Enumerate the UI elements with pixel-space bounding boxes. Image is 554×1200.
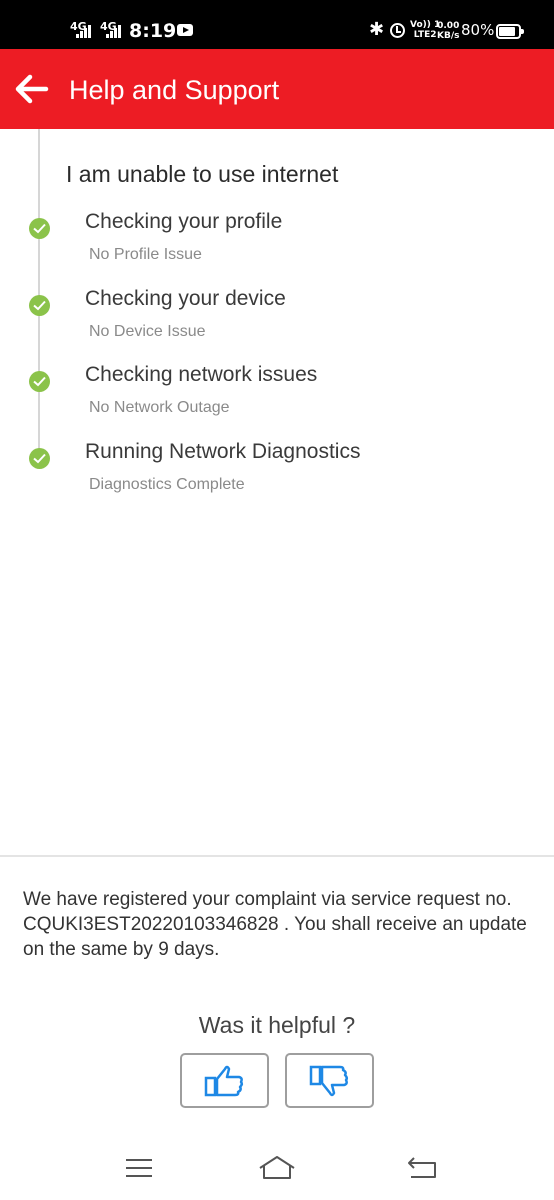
issue-title: I am unable to use internet xyxy=(66,161,339,187)
speed-unit: KB/s xyxy=(437,31,460,41)
clock: 8:19 xyxy=(129,20,177,42)
step-status: No Profile Issue xyxy=(89,246,202,263)
menu-icon xyxy=(126,1159,152,1177)
check-icon xyxy=(29,295,50,316)
thumbs-down-icon xyxy=(309,1065,349,1097)
youtube-icon xyxy=(177,24,193,36)
status-bar: 4G 4G 8:19 ✱ Vo)) 1 LTE2 0.00 KB/s 80% xyxy=(0,0,554,49)
diagnostic-step: Checking your device No Device Issue xyxy=(0,285,554,355)
home-button[interactable] xyxy=(257,1153,297,1183)
thumbs-down-button[interactable] xyxy=(285,1053,374,1108)
feedback-panel: We have registered your complaint via se… xyxy=(0,855,554,1145)
lte-label: LTE2 xyxy=(413,30,437,40)
step-status: No Network Outage xyxy=(89,399,230,416)
battery-icon xyxy=(496,24,524,39)
arrow-left-icon xyxy=(15,74,49,104)
back-icon xyxy=(408,1157,436,1178)
diagnostic-step: Running Network Diagnostics Diagnostics … xyxy=(0,438,554,508)
check-icon xyxy=(29,448,50,469)
back-nav-button[interactable] xyxy=(402,1153,442,1183)
helpful-question: Was it helpful ? xyxy=(198,1012,356,1038)
step-status: No Device Issue xyxy=(89,323,206,340)
home-icon xyxy=(259,1156,295,1179)
step-title: Checking your profile xyxy=(85,210,283,233)
speed-value: 0.00 xyxy=(437,21,460,31)
step-title: Checking network issues xyxy=(85,363,318,386)
back-button[interactable] xyxy=(10,67,54,111)
check-icon xyxy=(29,218,50,239)
volte-label: Vo)) 1 xyxy=(410,20,441,30)
signal-icon xyxy=(106,24,126,38)
battery-percent: 80% xyxy=(461,21,495,39)
diagnostic-step: Checking your profile No Profile Issue xyxy=(0,208,554,278)
network-speed: 0.00 KB/s xyxy=(437,21,459,41)
thumbs-up-button[interactable] xyxy=(180,1053,269,1108)
bluetooth-icon: ✱ xyxy=(369,19,385,40)
page-title: Help and Support xyxy=(69,75,280,105)
system-nav-bar xyxy=(0,1145,554,1200)
alarm-icon xyxy=(390,23,405,38)
diagnostic-step: Checking network issues No Network Outag… xyxy=(0,361,554,431)
check-icon xyxy=(29,371,50,392)
complaint-message: We have registered your complaint via se… xyxy=(23,889,527,960)
step-title: Checking your device xyxy=(85,287,286,310)
step-status: Diagnostics Complete xyxy=(89,476,245,493)
app-header: Help and Support xyxy=(0,49,554,129)
thumbs-up-icon xyxy=(204,1065,244,1097)
volte-indicator: Vo)) 1 LTE2 xyxy=(410,20,440,40)
step-title: Running Network Diagnostics xyxy=(85,440,361,463)
signal-icon xyxy=(76,24,96,38)
menu-button[interactable] xyxy=(119,1153,159,1183)
